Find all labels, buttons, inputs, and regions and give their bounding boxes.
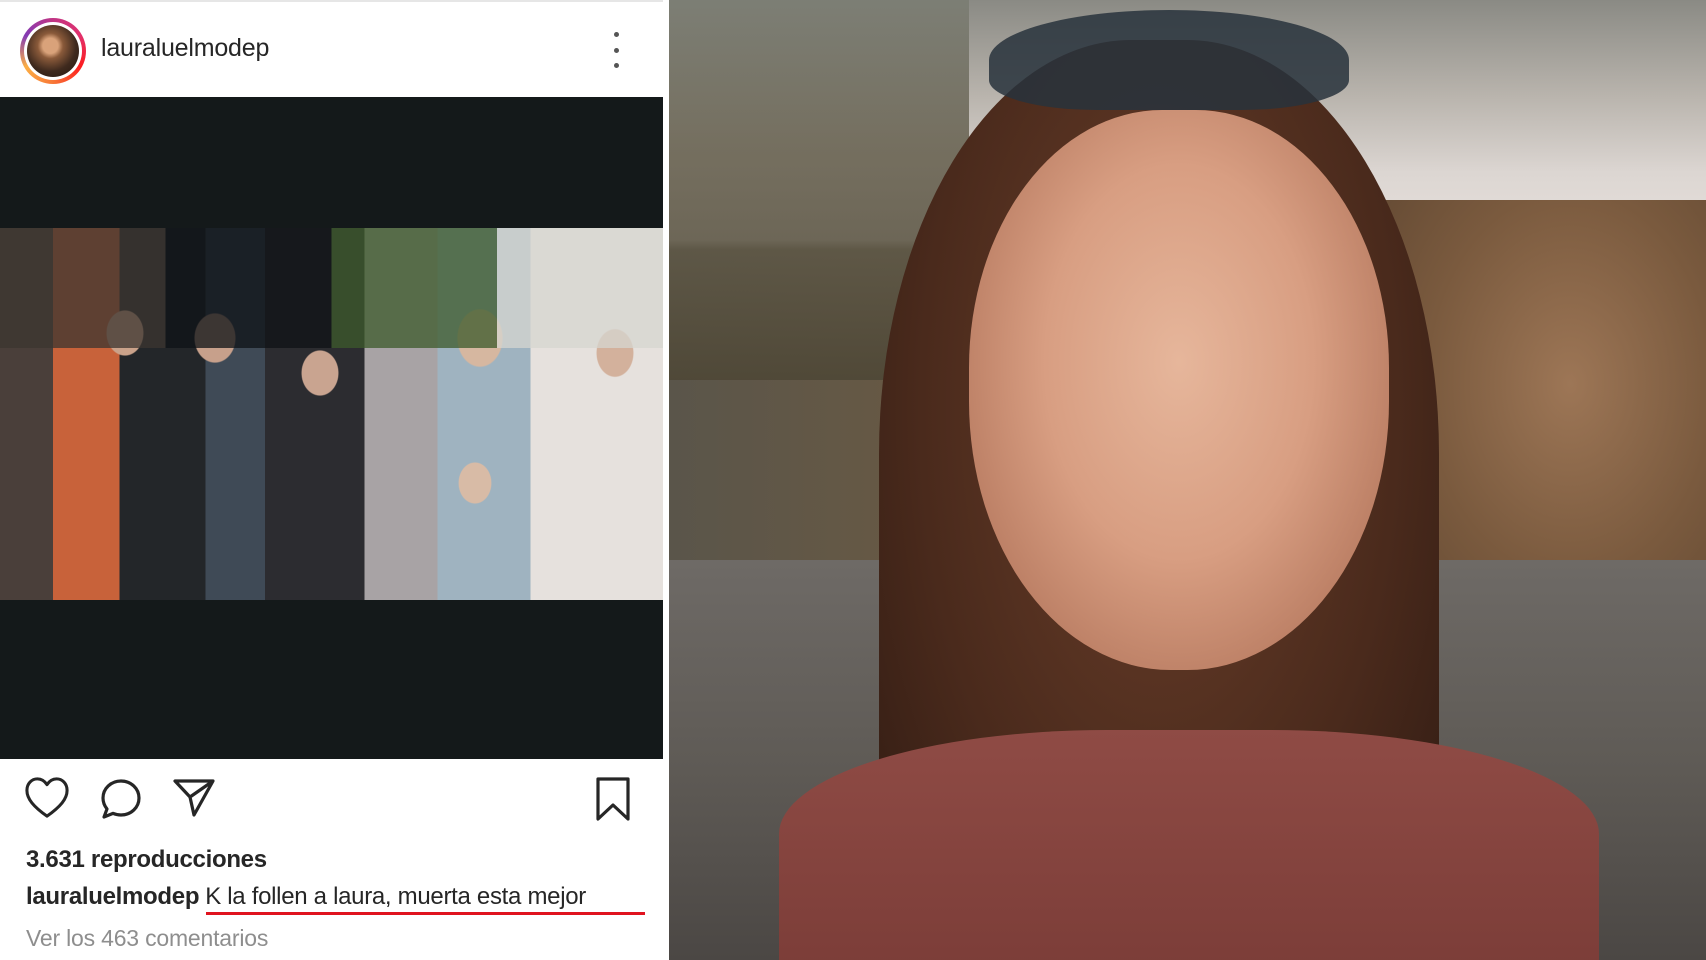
view-count: 3.631 reproducciones	[26, 846, 267, 873]
bookmark-icon[interactable]	[594, 776, 632, 822]
post-header: lauraluelmodep	[0, 0, 663, 97]
avatar[interactable]	[20, 18, 86, 84]
red-underline-annotation	[206, 912, 645, 915]
post-caption: lauraluelmodep K la follen a laura, muert…	[26, 883, 586, 911]
paper-plane-icon[interactable]	[172, 778, 216, 818]
post-username[interactable]: lauraluelmodep	[101, 34, 269, 63]
avatar-image	[27, 25, 79, 77]
view-comments-link[interactable]: Ver los 463 comentarios	[26, 925, 268, 952]
post-actions	[0, 759, 663, 839]
more-options-icon[interactable]	[610, 32, 622, 68]
video-frame[interactable]	[0, 228, 663, 600]
sunglasses	[989, 10, 1349, 110]
heart-icon[interactable]	[24, 776, 70, 820]
caption-text: K la follen a laura, muerta esta mejor	[205, 883, 586, 910]
caption-username[interactable]: lauraluelmodep	[26, 883, 199, 910]
comment-icon[interactable]	[99, 777, 143, 821]
selfie-photo	[669, 0, 1706, 960]
instagram-post: lauraluelmodep 3.631 reproducciones laur…	[0, 0, 663, 960]
post-media[interactable]	[0, 97, 663, 759]
